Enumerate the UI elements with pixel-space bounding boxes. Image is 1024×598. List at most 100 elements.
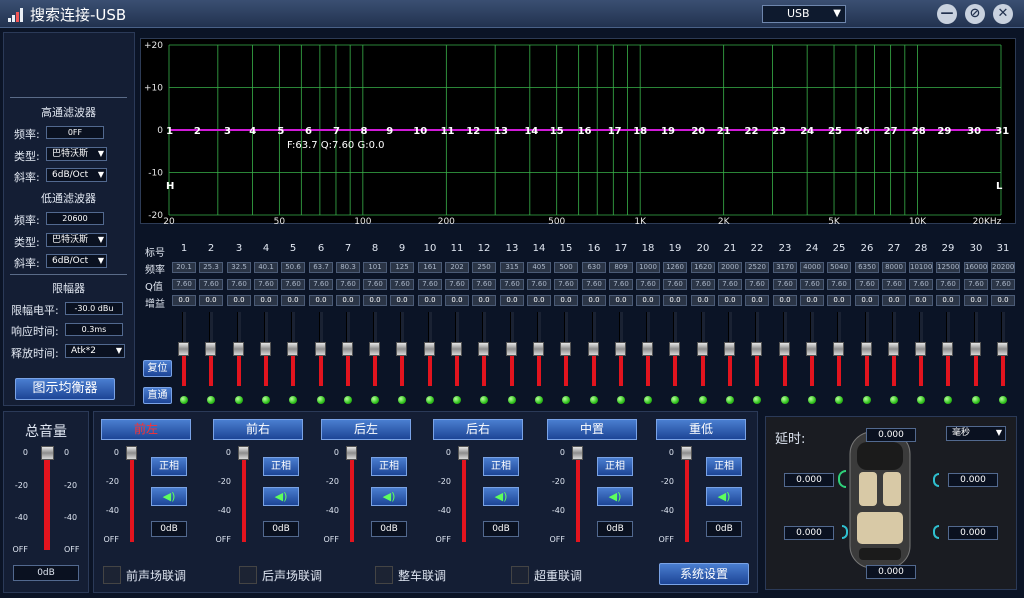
band-gain-slider[interactable]: [833, 342, 844, 356]
link-sub-checkbox[interactable]: [511, 566, 529, 584]
band-enable-led[interactable]: [207, 396, 215, 404]
band-freq[interactable]: 1260: [663, 262, 687, 273]
band-freq[interactable]: 20200: [991, 262, 1015, 273]
band-gain-slider[interactable]: [888, 342, 899, 356]
delay-bottom-input[interactable]: 0.000: [866, 565, 916, 579]
band-gain[interactable]: 0.0: [582, 295, 606, 306]
device-select[interactable]: USB ▼: [762, 5, 846, 23]
band-gain[interactable]: 0.0: [554, 295, 578, 306]
band-q[interactable]: 7.60: [964, 279, 988, 290]
speaker-icon[interactable]: ◀): [371, 487, 407, 506]
band-enable-led[interactable]: [699, 396, 707, 404]
band-q[interactable]: 7.60: [309, 279, 333, 290]
band-freq[interactable]: 4000: [800, 262, 824, 273]
band-freq[interactable]: 6350: [855, 262, 879, 273]
lpf-type-select[interactable]: 巴特沃斯 ▼: [46, 233, 107, 247]
band-gain[interactable]: 0.0: [964, 295, 988, 306]
band-freq[interactable]: 202: [445, 262, 469, 273]
band-gain[interactable]: 0.0: [500, 295, 524, 306]
band-gain[interactable]: 0.0: [773, 295, 797, 306]
band-q[interactable]: 7.60: [336, 279, 360, 290]
band-gain-slider[interactable]: [779, 342, 790, 356]
master-volume-slider[interactable]: [41, 446, 54, 460]
band-enable-led[interactable]: [590, 396, 598, 404]
band-gain-slider[interactable]: [233, 342, 244, 356]
channel-phase-button[interactable]: 正相: [371, 457, 407, 476]
channel-volume-slider[interactable]: [681, 446, 692, 460]
band-enable-led[interactable]: [535, 396, 543, 404]
channel-volume-slider[interactable]: [126, 446, 137, 460]
band-gain[interactable]: 0.0: [199, 295, 223, 306]
speaker-icon[interactable]: ◀): [706, 487, 742, 506]
band-enable-led[interactable]: [453, 396, 461, 404]
band-enable-led[interactable]: [289, 396, 297, 404]
delay-front-left-input[interactable]: 0.000: [784, 473, 834, 487]
minimize-icon[interactable]: —: [937, 4, 957, 24]
band-gain[interactable]: 0.0: [800, 295, 824, 306]
channel-name-button[interactable]: 后左: [321, 419, 411, 440]
channel-phase-button[interactable]: 正相: [263, 457, 299, 476]
band-q[interactable]: 7.60: [254, 279, 278, 290]
band-freq[interactable]: 500: [554, 262, 578, 273]
band-enable-led[interactable]: [562, 396, 570, 404]
band-gain-slider[interactable]: [588, 342, 599, 356]
hpf-slope-select[interactable]: 6dB/Oct ▼: [46, 168, 107, 182]
settings-icon[interactable]: ⊘: [965, 4, 985, 24]
band-gain-slider[interactable]: [205, 342, 216, 356]
lpf-slope-select[interactable]: 6dB/Oct ▼: [46, 254, 107, 268]
band-enable-led[interactable]: [508, 396, 516, 404]
band-freq[interactable]: 161: [418, 262, 442, 273]
band-gain-slider[interactable]: [560, 342, 571, 356]
link-front-checkbox[interactable]: [103, 566, 121, 584]
band-freq[interactable]: 405: [527, 262, 551, 273]
channel-volume-slider[interactable]: [346, 446, 357, 460]
band-gain[interactable]: 0.0: [390, 295, 414, 306]
band-enable-led[interactable]: [890, 396, 898, 404]
band-gain-slider[interactable]: [615, 342, 626, 356]
band-gain[interactable]: 0.0: [281, 295, 305, 306]
system-settings-button[interactable]: 系统设置: [659, 563, 749, 585]
band-gain[interactable]: 0.0: [336, 295, 360, 306]
band-enable-led[interactable]: [317, 396, 325, 404]
band-q[interactable]: 7.60: [773, 279, 797, 290]
band-enable-led[interactable]: [808, 396, 816, 404]
band-enable-led[interactable]: [371, 396, 379, 404]
band-freq[interactable]: 1620: [691, 262, 715, 273]
link-rear-checkbox[interactable]: [239, 566, 257, 584]
band-gain[interactable]: 0.0: [909, 295, 933, 306]
channel-volume-slider[interactable]: [238, 446, 249, 460]
band-gain[interactable]: 0.0: [609, 295, 633, 306]
band-q[interactable]: 7.60: [500, 279, 524, 290]
reset-button[interactable]: 复位: [143, 360, 172, 377]
band-q[interactable]: 7.60: [227, 279, 251, 290]
band-q[interactable]: 7.60: [472, 279, 496, 290]
band-enable-led[interactable]: [999, 396, 1007, 404]
hpf-freq-input[interactable]: 0FF: [46, 126, 104, 139]
band-freq[interactable]: 2000: [718, 262, 742, 273]
band-enable-led[interactable]: [781, 396, 789, 404]
band-gain-slider[interactable]: [724, 342, 735, 356]
band-freq[interactable]: 5040: [827, 262, 851, 273]
band-gain-slider[interactable]: [533, 342, 544, 356]
band-gain[interactable]: 0.0: [663, 295, 687, 306]
band-freq[interactable]: 12500: [936, 262, 960, 273]
band-enable-led[interactable]: [262, 396, 270, 404]
band-q[interactable]: 7.60: [199, 279, 223, 290]
band-gain[interactable]: 0.0: [309, 295, 333, 306]
band-gain-slider[interactable]: [396, 342, 407, 356]
band-q[interactable]: 7.60: [609, 279, 633, 290]
band-enable-led[interactable]: [726, 396, 734, 404]
link-all-checkbox[interactable]: [375, 566, 393, 584]
band-q[interactable]: 7.60: [882, 279, 906, 290]
band-gain-slider[interactable]: [424, 342, 435, 356]
band-freq[interactable]: 2520: [745, 262, 769, 273]
band-q[interactable]: 7.60: [445, 279, 469, 290]
hpf-type-select[interactable]: 巴特沃斯 ▼: [46, 147, 107, 161]
band-freq[interactable]: 16000: [964, 262, 988, 273]
band-gain-slider[interactable]: [315, 342, 326, 356]
band-q[interactable]: 7.60: [636, 279, 660, 290]
band-gain[interactable]: 0.0: [991, 295, 1015, 306]
band-gain-slider[interactable]: [260, 342, 271, 356]
channel-name-button[interactable]: 中置: [547, 419, 637, 440]
band-freq[interactable]: 25.3: [199, 262, 223, 273]
